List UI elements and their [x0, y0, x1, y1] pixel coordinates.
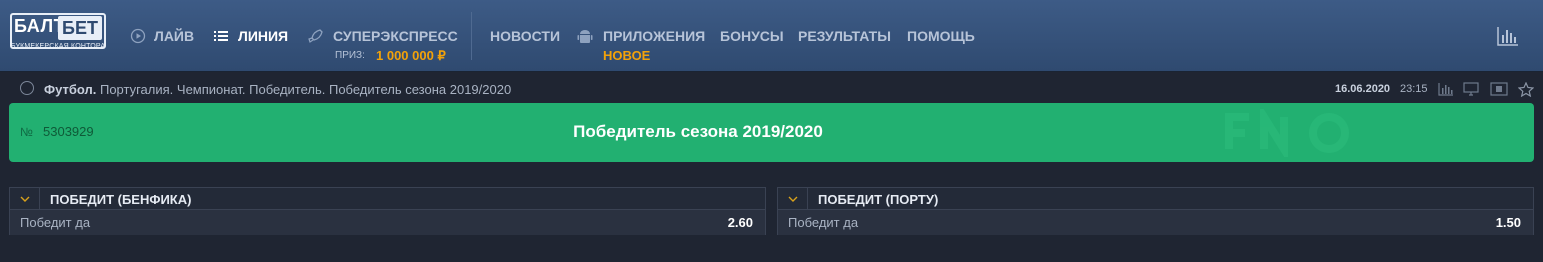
logo[interactable]: БАЛТ БЕТ БУКМЕКЕРСКАЯ КОНТОРА: [10, 13, 106, 57]
nav-line[interactable]: ЛИНИЯ: [238, 28, 288, 44]
nav-results[interactable]: РЕЗУЛЬТАТЫ: [798, 28, 891, 44]
stats-small-icon[interactable]: [1438, 82, 1454, 96]
chevron-down-icon[interactable]: [10, 188, 40, 210]
football-icon: [20, 81, 34, 95]
monitor-icon[interactable]: [1463, 82, 1479, 96]
outcome-row[interactable]: Победит да 2.60: [10, 210, 765, 235]
outcome-odd[interactable]: 2.60: [728, 215, 753, 230]
market-porto: ПОБЕДИТ (ПОРТУ) Победит да 1.50: [777, 187, 1534, 235]
outcome-label: Победит да: [20, 215, 91, 230]
breadcrumb-sport: Футбол.: [44, 82, 97, 97]
video-icon[interactable]: [1490, 82, 1508, 96]
rocket-icon: [306, 28, 324, 46]
outcome-odd[interactable]: 1.50: [1496, 215, 1521, 230]
nav-divider: [471, 12, 472, 60]
banner-watermark: [1225, 109, 1349, 157]
outcome-label: Победит да: [788, 215, 859, 230]
outcome-row[interactable]: Победит да 1.50: [778, 210, 1533, 235]
play-icon: [129, 28, 147, 46]
market-header[interactable]: ПОБЕДИТ (БЕНФИКА): [10, 188, 765, 210]
event-date: 16.06.2020: [1335, 83, 1391, 95]
list-icon: [212, 28, 230, 46]
breadcrumb-path: Португалия. Чемпионат. Победитель. Побед…: [96, 82, 512, 97]
event-banner: № 5303929 Победитель сезона 2019/2020: [9, 103, 1534, 162]
apps-new-badge: НОВОЕ: [603, 48, 651, 63]
nav-live[interactable]: ЛАЙВ: [154, 28, 194, 44]
prize-label: ПРИЗ:: [335, 50, 365, 61]
market-title: ПОБЕДИТ (ПОРТУ): [818, 192, 939, 207]
nav-superexpress[interactable]: СУПЕРЭКСПРЕСС: [333, 28, 458, 44]
breadcrumb-text[interactable]: Футбол. Португалия. Чемпионат. Победител…: [44, 82, 511, 97]
nav-news[interactable]: НОВОСТИ: [490, 28, 560, 44]
logo-text-bet: БЕТ: [58, 16, 102, 40]
market-header[interactable]: ПОБЕДИТ (ПОРТУ): [778, 188, 1533, 210]
market-benfica: ПОБЕДИТ (БЕНФИКА) Победит да 2.60: [9, 187, 766, 235]
event-time: 23:15: [1400, 83, 1428, 95]
logo-subtitle: БУКМЕКЕРСКАЯ КОНТОРА: [10, 43, 106, 50]
android-icon: [576, 28, 594, 46]
breadcrumb: Футбол. Португалия. Чемпионат. Победител…: [0, 77, 1543, 101]
market-title: ПОБЕДИТ (БЕНФИКА): [50, 192, 192, 207]
nav-apps[interactable]: ПРИЛОЖЕНИЯ: [603, 28, 705, 44]
nav-help[interactable]: ПОМОЩЬ: [907, 28, 975, 44]
chevron-down-icon[interactable]: [778, 188, 808, 210]
star-icon[interactable]: [1517, 81, 1535, 98]
nav-bonuses[interactable]: БОНУСЫ: [720, 28, 784, 44]
stats-icon[interactable]: [1497, 26, 1519, 46]
event-title: Победитель сезона 2019/2020: [573, 122, 823, 141]
top-header: БАЛТ БЕТ БУКМЕКЕРСКАЯ КОНТОРА ЛАЙВ ЛИНИЯ…: [0, 0, 1543, 72]
prize-value: 1 000 000 ₽: [376, 48, 446, 63]
